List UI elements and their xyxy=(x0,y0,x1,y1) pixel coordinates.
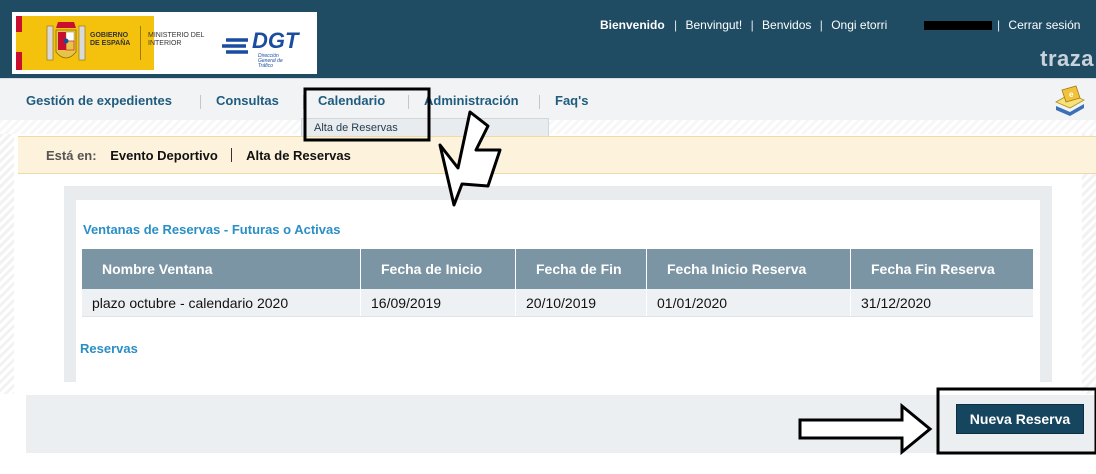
coat-of-arms-icon xyxy=(46,22,86,61)
nav-divider xyxy=(408,95,409,109)
gobierno-label: GOBIERNO DE ESPAÑA xyxy=(90,32,131,47)
redacted-username xyxy=(923,21,992,31)
breadcrumb-item-evento[interactable]: Evento Deportivo xyxy=(110,148,218,163)
hatch-left xyxy=(0,134,14,394)
cell-fecha-fin-reserva: 31/12/2020 xyxy=(850,289,1033,317)
col-nombre-ventana[interactable]: Nombre Ventana xyxy=(82,249,361,289)
menu-item-alta-reservas[interactable]: Alta de Reservas xyxy=(314,122,398,134)
government-logo: GOBIERNO DE ESPAÑA MINISTERIO DEL INTERI… xyxy=(12,12,317,74)
svg-text:e: e xyxy=(1069,90,1074,99)
nav-divider xyxy=(303,95,304,109)
breadcrumb-separator xyxy=(231,148,233,162)
nav-gestion-expedientes[interactable]: Gestión de expedientes xyxy=(26,93,172,108)
col-fecha-fin-reserva[interactable]: Fecha Fin Reserva xyxy=(850,249,1033,289)
dgt-logo: DGT Dirección General de Tráfico xyxy=(222,26,312,69)
nav-faqs[interactable]: Faq's xyxy=(555,93,588,108)
help-book-icon[interactable]: e xyxy=(1052,84,1086,118)
dgt-wordmark: DGT xyxy=(252,28,299,53)
top-links: Bienvenido | Benvingut! | Benvidos | Ong… xyxy=(600,18,1096,32)
welcome-text: Bienvenido xyxy=(600,18,665,32)
footer-action-bar xyxy=(26,395,1096,453)
breadcrumb: Está en: Evento Deportivo Alta de Reserv… xyxy=(18,136,1096,174)
flag-red-bottom xyxy=(16,52,22,70)
breadcrumb-text: Está en: Evento Deportivo Alta de Reserv… xyxy=(46,148,351,163)
app-brand: traza xyxy=(1040,46,1094,71)
lang-link-galician[interactable]: Benvidos xyxy=(762,18,811,32)
link-separator: | xyxy=(819,18,823,32)
nav-administracion[interactable]: Administración xyxy=(424,93,519,108)
nav-divider xyxy=(539,95,540,109)
nav-divider xyxy=(200,95,201,109)
cell-nombre: plazo octubre - calendario 2020 xyxy=(82,289,361,317)
ministerio-label: MINISTERIO DEL INTERIOR xyxy=(148,32,205,47)
flag-red-top xyxy=(16,16,22,32)
breadcrumb-label: Está en: xyxy=(46,148,97,163)
main-nav: Gestión de expedientes Consultas Calenda… xyxy=(0,78,1096,121)
cell-fecha-inicio-reserva: 01/01/2020 xyxy=(646,289,851,317)
nav-calendario[interactable]: Calendario xyxy=(318,93,385,108)
breadcrumb-item-alta: Alta de Reservas xyxy=(246,148,351,163)
nueva-reserva-button[interactable]: Nueva Reserva xyxy=(956,404,1084,434)
cell-fecha-inicio: 16/09/2019 xyxy=(360,289,516,317)
section-title-reservas: Reservas xyxy=(80,341,138,356)
logo-divider xyxy=(140,26,141,60)
col-fecha-inicio-reserva[interactable]: Fecha Inicio Reserva xyxy=(646,249,851,289)
col-fecha-fin[interactable]: Fecha de Fin xyxy=(515,249,647,289)
table-row[interactable]: plazo octubre - calendario 2020 16/09/20… xyxy=(82,289,1033,317)
link-separator: | xyxy=(674,18,678,32)
link-separator: | xyxy=(996,18,1001,32)
dgt-subtitle: Dirección General de Tráfico xyxy=(258,53,283,69)
table-header-row: Nombre Ventana Fecha de Inicio Fecha de … xyxy=(82,249,1033,289)
logout-link[interactable]: Cerrar sesión xyxy=(1008,18,1080,32)
nav-consultas[interactable]: Consultas xyxy=(216,93,279,108)
dgt-lines-icon xyxy=(222,38,248,54)
section-title-ventanas: Ventanas de Reservas - Futuras o Activas xyxy=(83,222,341,237)
lang-link-catalan[interactable]: Benvingut! xyxy=(686,18,743,32)
lang-link-basque[interactable]: Ongi etorri xyxy=(831,18,887,32)
header-bar: GOBIERNO DE ESPAÑA MINISTERIO DEL INTERI… xyxy=(0,0,1096,78)
link-separator: | xyxy=(750,18,754,32)
reservation-windows-table: Nombre Ventana Fecha de Inicio Fecha de … xyxy=(82,249,1033,317)
col-fecha-inicio[interactable]: Fecha de Inicio xyxy=(360,249,516,289)
cell-fecha-fin: 20/10/2019 xyxy=(515,289,647,317)
